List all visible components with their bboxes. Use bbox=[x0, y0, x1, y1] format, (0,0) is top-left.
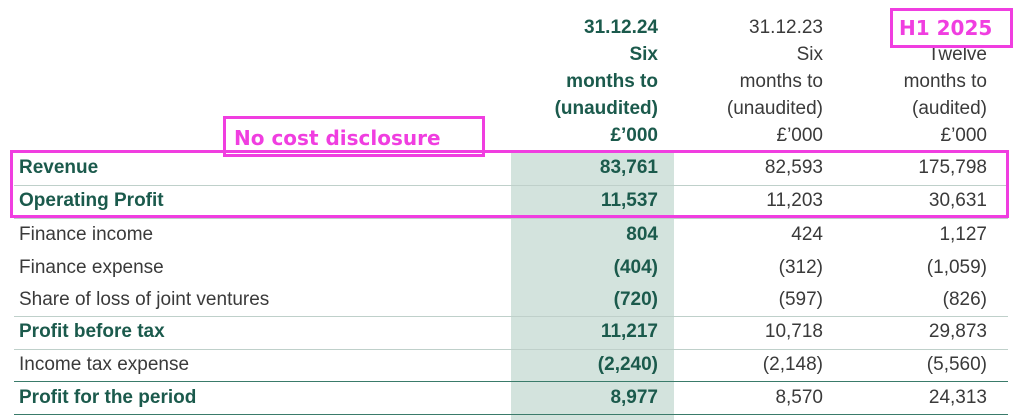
row-label: Profit for the period bbox=[19, 387, 197, 408]
value-current: 11,217 bbox=[600, 321, 658, 342]
row-label: Share of loss of joint ventures bbox=[19, 289, 270, 310]
row-label: Income tax expense bbox=[19, 354, 190, 375]
value-current: 804 bbox=[626, 224, 658, 245]
col3-audit: (audited) bbox=[912, 98, 987, 119]
col1-months: months to bbox=[566, 71, 658, 92]
row-label: Profit before tax bbox=[19, 321, 165, 342]
col1-unit: £’000 bbox=[610, 125, 658, 146]
period-tag-label: H1 2025 bbox=[899, 16, 993, 40]
column-header-current: 31.12.24 Six months to (unaudited) £’000 bbox=[488, 14, 658, 149]
value-full-year: 24,313 bbox=[928, 387, 987, 408]
row-separator bbox=[14, 414, 1008, 415]
table-row: Income tax expense (2,240) (2,148) (5,56… bbox=[0, 349, 1020, 382]
table-row: Finance income 804 424 1,127 bbox=[0, 219, 1020, 252]
col2-months: months to bbox=[739, 71, 823, 92]
col2-period: Six bbox=[796, 44, 823, 65]
value-prior: 8,570 bbox=[775, 387, 823, 408]
column-header-prior: 31.12.23 Six months to (unaudited) £’000 bbox=[653, 14, 823, 149]
value-current: (2,240) bbox=[597, 354, 658, 375]
col1-date: 31.12.24 bbox=[584, 17, 658, 38]
revenue-profit-highlight bbox=[10, 150, 1009, 218]
value-current: (404) bbox=[613, 257, 658, 278]
col2-date: 31.12.23 bbox=[749, 17, 823, 38]
value-current: (720) bbox=[613, 289, 658, 310]
value-prior: (312) bbox=[778, 257, 823, 278]
value-prior: 10,718 bbox=[764, 321, 823, 342]
col3-months: months to bbox=[903, 71, 987, 92]
value-prior: 424 bbox=[791, 224, 823, 245]
row-label: Finance expense bbox=[19, 257, 164, 278]
value-current: 8,977 bbox=[610, 387, 658, 408]
period-tag-box: H1 2025 bbox=[890, 8, 1013, 48]
value-full-year: (5,560) bbox=[926, 354, 987, 375]
col1-audit: (unaudited) bbox=[554, 98, 658, 119]
table-row: Profit before tax 11,217 10,718 29,873 bbox=[0, 316, 1020, 349]
value-full-year: (826) bbox=[942, 289, 987, 310]
col3-unit: £’000 bbox=[940, 125, 988, 146]
value-full-year: 1,127 bbox=[939, 224, 987, 245]
table-row: Finance expense (404) (312) (1,059) bbox=[0, 252, 1020, 285]
value-full-year: 29,873 bbox=[928, 321, 987, 342]
col1-period: Six bbox=[629, 44, 658, 65]
table-row: Share of loss of joint ventures (720) (5… bbox=[0, 284, 1020, 317]
value-prior: (2,148) bbox=[762, 354, 823, 375]
col2-unit: £’000 bbox=[776, 125, 824, 146]
col2-audit: (unaudited) bbox=[726, 98, 823, 119]
row-label: Finance income bbox=[19, 224, 154, 245]
table-row: Profit for the period 8,977 8,570 24,313 bbox=[0, 382, 1020, 415]
cost-note-label: No cost disclosure bbox=[234, 126, 441, 150]
value-prior: (597) bbox=[778, 289, 823, 310]
value-full-year: (1,059) bbox=[926, 257, 987, 278]
